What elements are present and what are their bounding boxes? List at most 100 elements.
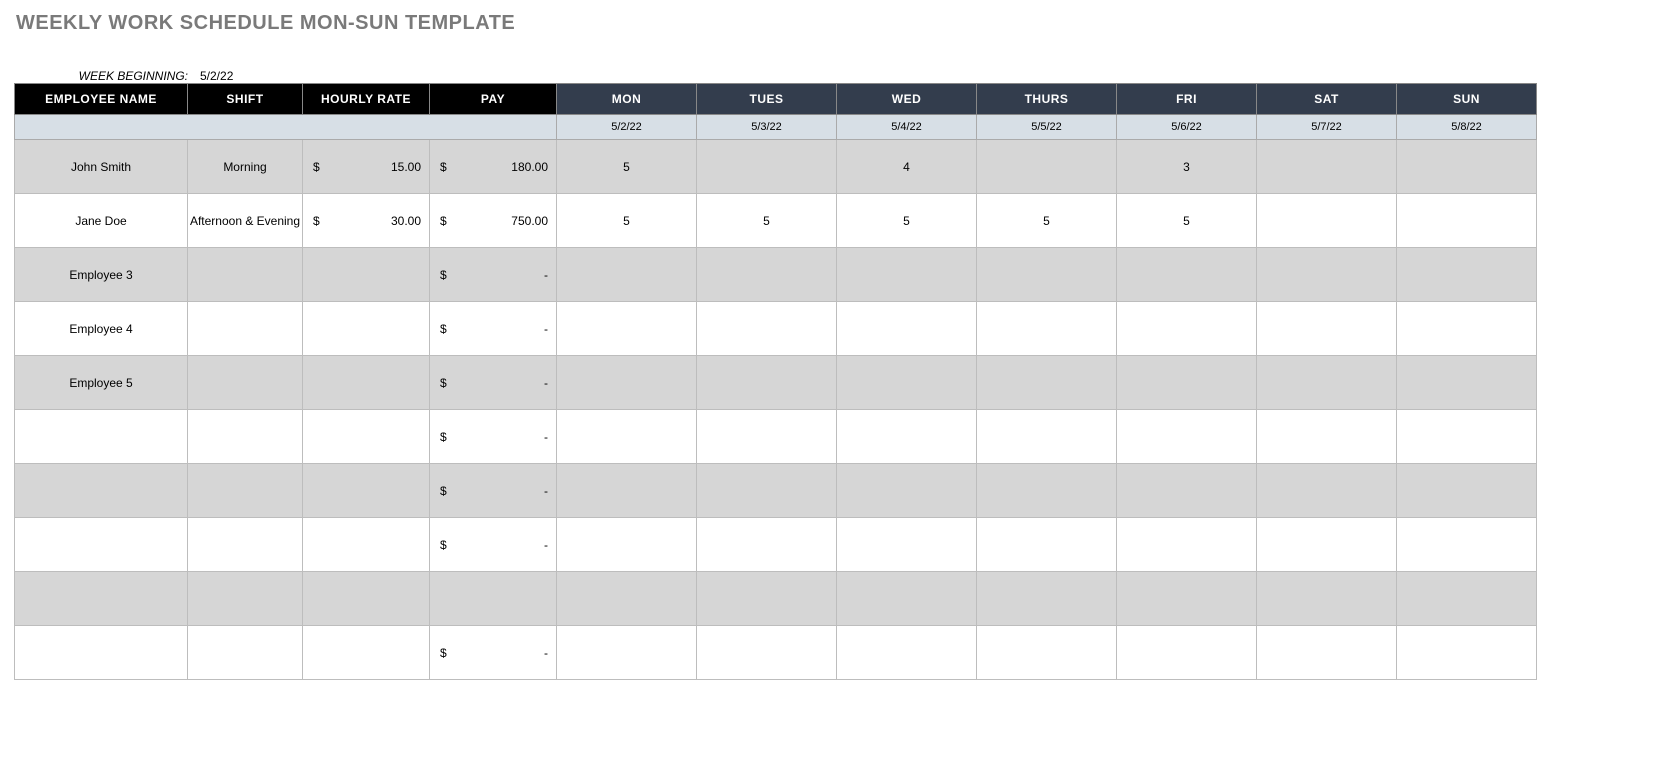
shift-cell[interactable]: Afternoon & Evening bbox=[188, 194, 303, 248]
hourly-rate-cell[interactable] bbox=[303, 626, 430, 680]
hours-cell[interactable] bbox=[837, 626, 977, 680]
pay-cell[interactable]: $- bbox=[430, 626, 557, 680]
hours-cell[interactable] bbox=[1397, 518, 1537, 572]
hours-cell[interactable] bbox=[557, 518, 697, 572]
hours-cell[interactable] bbox=[1117, 572, 1257, 626]
hours-cell[interactable] bbox=[977, 248, 1117, 302]
hours-cell[interactable] bbox=[837, 464, 977, 518]
hourly-rate-cell[interactable]: $30.00 bbox=[303, 194, 430, 248]
hours-cell[interactable] bbox=[977, 356, 1117, 410]
hours-cell[interactable] bbox=[697, 626, 837, 680]
hours-cell[interactable] bbox=[837, 248, 977, 302]
hours-cell[interactable] bbox=[557, 572, 697, 626]
pay-cell[interactable] bbox=[430, 572, 557, 626]
employee-name-cell[interactable] bbox=[15, 572, 188, 626]
hours-cell[interactable] bbox=[1257, 464, 1397, 518]
employee-name-cell[interactable]: Employee 3 bbox=[15, 248, 188, 302]
shift-cell[interactable] bbox=[188, 572, 303, 626]
hours-cell[interactable] bbox=[697, 140, 837, 194]
hourly-rate-cell[interactable] bbox=[303, 410, 430, 464]
hours-cell[interactable]: 5 bbox=[557, 140, 697, 194]
pay-cell[interactable]: $180.00 bbox=[430, 140, 557, 194]
hours-cell[interactable] bbox=[1257, 194, 1397, 248]
hours-cell[interactable] bbox=[837, 356, 977, 410]
hours-cell[interactable] bbox=[1257, 302, 1397, 356]
hours-cell[interactable]: 3 bbox=[1117, 140, 1257, 194]
employee-name-cell[interactable] bbox=[15, 410, 188, 464]
hours-cell[interactable] bbox=[977, 518, 1117, 572]
hourly-rate-cell[interactable]: $15.00 bbox=[303, 140, 430, 194]
hours-cell[interactable] bbox=[1117, 518, 1257, 572]
hourly-rate-cell[interactable] bbox=[303, 302, 430, 356]
hours-cell[interactable] bbox=[697, 248, 837, 302]
shift-cell[interactable] bbox=[188, 518, 303, 572]
hours-cell[interactable] bbox=[977, 410, 1117, 464]
hours-cell[interactable] bbox=[837, 302, 977, 356]
hours-cell[interactable] bbox=[837, 518, 977, 572]
hours-cell[interactable] bbox=[977, 626, 1117, 680]
employee-name-cell[interactable]: Employee 4 bbox=[15, 302, 188, 356]
hourly-rate-cell[interactable] bbox=[303, 518, 430, 572]
pay-cell[interactable]: $- bbox=[430, 302, 557, 356]
hours-cell[interactable] bbox=[977, 302, 1117, 356]
hours-cell[interactable] bbox=[1117, 302, 1257, 356]
hours-cell[interactable] bbox=[557, 248, 697, 302]
hours-cell[interactable] bbox=[977, 572, 1117, 626]
hours-cell[interactable] bbox=[697, 572, 837, 626]
hours-cell[interactable]: 4 bbox=[837, 140, 977, 194]
pay-cell[interactable]: $- bbox=[430, 518, 557, 572]
hours-cell[interactable] bbox=[1257, 140, 1397, 194]
hours-cell[interactable] bbox=[1397, 194, 1537, 248]
employee-name-cell[interactable] bbox=[15, 464, 188, 518]
shift-cell[interactable] bbox=[188, 626, 303, 680]
hours-cell[interactable]: 5 bbox=[1117, 194, 1257, 248]
shift-cell[interactable] bbox=[188, 356, 303, 410]
hours-cell[interactable] bbox=[837, 572, 977, 626]
hours-cell[interactable] bbox=[557, 626, 697, 680]
employee-name-cell[interactable]: John Smith bbox=[15, 140, 188, 194]
hours-cell[interactable] bbox=[697, 410, 837, 464]
hours-cell[interactable] bbox=[557, 410, 697, 464]
hours-cell[interactable] bbox=[1397, 248, 1537, 302]
hours-cell[interactable] bbox=[837, 410, 977, 464]
hours-cell[interactable] bbox=[1257, 248, 1397, 302]
hours-cell[interactable] bbox=[1117, 410, 1257, 464]
week-beginning-value[interactable]: 5/2/22 bbox=[200, 69, 233, 83]
hourly-rate-cell[interactable] bbox=[303, 464, 430, 518]
hours-cell[interactable] bbox=[1117, 626, 1257, 680]
hours-cell[interactable]: 5 bbox=[837, 194, 977, 248]
hours-cell[interactable] bbox=[1257, 518, 1397, 572]
hours-cell[interactable] bbox=[1117, 356, 1257, 410]
hours-cell[interactable] bbox=[1257, 626, 1397, 680]
employee-name-cell[interactable] bbox=[15, 626, 188, 680]
hourly-rate-cell[interactable] bbox=[303, 248, 430, 302]
employee-name-cell[interactable] bbox=[15, 518, 188, 572]
shift-cell[interactable] bbox=[188, 248, 303, 302]
hours-cell[interactable]: 5 bbox=[977, 194, 1117, 248]
hours-cell[interactable] bbox=[1397, 302, 1537, 356]
hours-cell[interactable] bbox=[1117, 248, 1257, 302]
hours-cell[interactable] bbox=[557, 356, 697, 410]
hours-cell[interactable] bbox=[977, 464, 1117, 518]
hours-cell[interactable] bbox=[1117, 464, 1257, 518]
shift-cell[interactable] bbox=[188, 302, 303, 356]
hourly-rate-cell[interactable] bbox=[303, 356, 430, 410]
shift-cell[interactable] bbox=[188, 464, 303, 518]
pay-cell[interactable]: $- bbox=[430, 356, 557, 410]
pay-cell[interactable]: $750.00 bbox=[430, 194, 557, 248]
hours-cell[interactable] bbox=[697, 356, 837, 410]
pay-cell[interactable]: $- bbox=[430, 248, 557, 302]
hours-cell[interactable] bbox=[1397, 410, 1537, 464]
hours-cell[interactable] bbox=[697, 302, 837, 356]
hours-cell[interactable]: 5 bbox=[557, 194, 697, 248]
hours-cell[interactable] bbox=[977, 140, 1117, 194]
pay-cell[interactable]: $- bbox=[430, 464, 557, 518]
hours-cell[interactable] bbox=[1397, 626, 1537, 680]
hours-cell[interactable] bbox=[1397, 464, 1537, 518]
employee-name-cell[interactable]: Employee 5 bbox=[15, 356, 188, 410]
hours-cell[interactable] bbox=[1257, 572, 1397, 626]
hours-cell[interactable] bbox=[697, 464, 837, 518]
hourly-rate-cell[interactable] bbox=[303, 572, 430, 626]
hours-cell[interactable] bbox=[1397, 140, 1537, 194]
hours-cell[interactable] bbox=[1257, 410, 1397, 464]
